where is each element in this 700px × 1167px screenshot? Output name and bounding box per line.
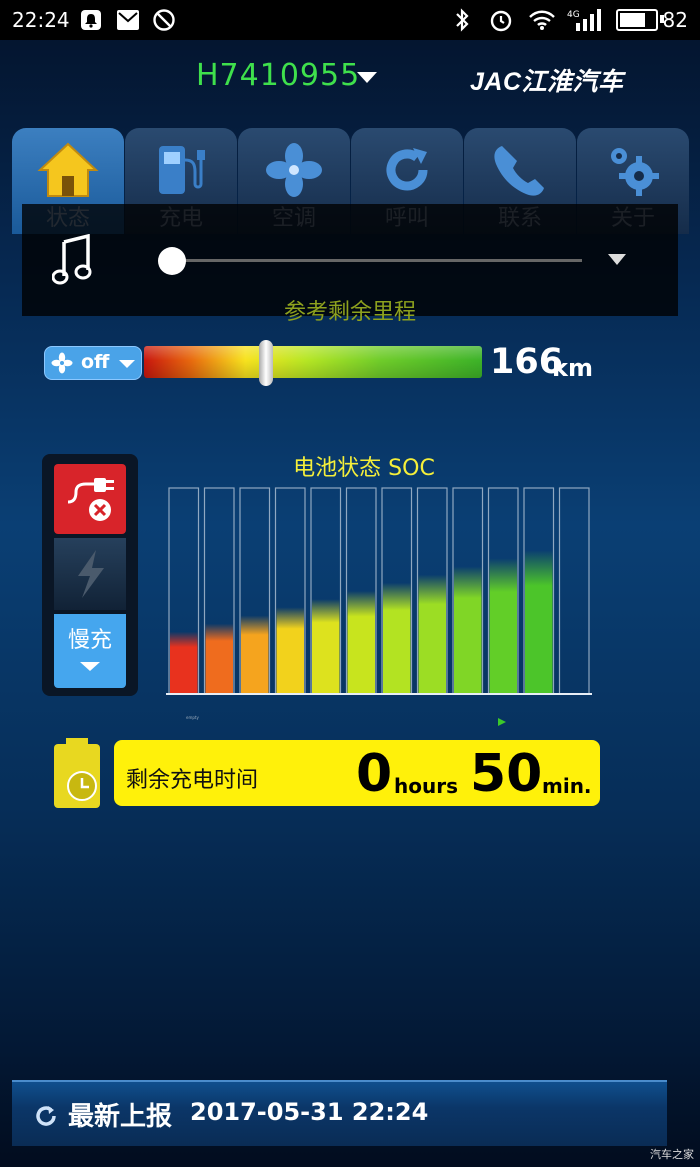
gear-icon <box>611 148 659 196</box>
axis-start-label: empty <box>186 715 199 720</box>
wifi-icon <box>529 10 555 30</box>
charge-indicator <box>54 538 126 610</box>
charge-mode-dropdown[interactable]: 慢充 <box>54 614 126 688</box>
soc-bar <box>241 615 269 693</box>
refresh-icon[interactable] <box>34 1104 58 1128</box>
range-title: 参考剩余里程 <box>283 300 416 325</box>
music-player-overlay: 参考剩余里程 <box>22 204 678 325</box>
brand-logo: JAC江淮汽车 <box>470 68 624 96</box>
fan-status-text: off <box>81 351 110 373</box>
soc-bar <box>454 566 482 693</box>
mail-icon <box>117 10 139 30</box>
soc-bar <box>276 607 304 693</box>
hours-unit: hours <box>394 774 458 798</box>
remaining-charge-label: 剩余充电时间 <box>126 768 259 793</box>
range-indicator <box>259 340 273 386</box>
remaining-charge-box: 剩余充电时间 0 hours 50 min. <box>114 740 600 806</box>
charging-station-icon <box>159 146 205 194</box>
phone-icon <box>494 146 544 196</box>
chevron-down-icon <box>119 360 135 368</box>
remaining-charge-row: 剩余充电时间 0 hours 50 min. <box>52 736 612 812</box>
soc-bar <box>489 558 517 693</box>
battery-clock-icon <box>54 738 100 808</box>
soc-bar <box>525 550 553 693</box>
chevron-down-icon[interactable] <box>357 72 377 83</box>
charge-mode-panel: 慢充 <box>42 454 138 696</box>
range-bar-gloss <box>144 346 482 378</box>
soc-bar <box>170 631 198 693</box>
signal-icon: 4G <box>567 9 601 31</box>
vehicle-id-selector[interactable]: H7410955 <box>196 58 360 93</box>
battery-icon <box>616 9 658 31</box>
alarm-icon <box>490 10 512 32</box>
remaining-hours: 0 <box>356 744 393 804</box>
music-progress-track[interactable] <box>172 259 582 262</box>
plug-status-button[interactable] <box>54 464 126 534</box>
music-note-icon[interactable] <box>52 234 92 286</box>
fan-toggle-button[interactable]: off <box>44 346 142 380</box>
network-type-text: 4G <box>567 10 580 20</box>
fan-icon <box>266 143 322 197</box>
report-label: 最新上报 <box>68 1102 173 1132</box>
lightning-icon <box>78 550 104 598</box>
status-bar: 22:24 4G 82 <box>0 0 700 40</box>
soc-bar <box>418 574 446 693</box>
charge-mode-label: 慢充 <box>67 628 112 653</box>
fan-icon <box>51 352 73 374</box>
remaining-minutes: 50 <box>470 744 543 804</box>
music-menu-caret-icon[interactable] <box>608 254 626 265</box>
plug-disconnected-icon <box>67 478 114 521</box>
soc-axis: empty full <box>186 715 506 726</box>
axis-arrow-head <box>498 718 506 726</box>
soc-bar <box>383 582 411 693</box>
range-row: off 166 km <box>44 340 644 386</box>
watermark: 汽车之家 <box>650 1148 694 1161</box>
app-header: H7410955 JAC江淮汽车 <box>0 40 700 118</box>
refresh-call-icon <box>386 148 428 191</box>
latest-report-bar[interactable]: 最新上报 2017-05-31 22:24 <box>12 1080 667 1146</box>
minutes-unit: min. <box>542 774 592 798</box>
soc-bar-chart <box>166 487 592 695</box>
music-progress-knob[interactable] <box>158 247 186 275</box>
notification-bell-icon <box>81 10 101 30</box>
status-time: 22:24 <box>12 8 70 32</box>
bluetooth-icon <box>456 8 469 32</box>
home-icon <box>37 142 99 197</box>
soc-bar <box>205 623 233 693</box>
range-unit: km <box>552 354 593 382</box>
chevron-down-icon <box>80 662 100 671</box>
soc-bar <box>347 591 375 693</box>
report-timestamp: 2017-05-31 22:24 <box>190 1098 429 1126</box>
do-not-disturb-icon <box>153 9 175 31</box>
battery-percent: 82 <box>662 8 688 32</box>
soc-bar-track <box>558 487 590 695</box>
soc-bar <box>312 599 340 693</box>
